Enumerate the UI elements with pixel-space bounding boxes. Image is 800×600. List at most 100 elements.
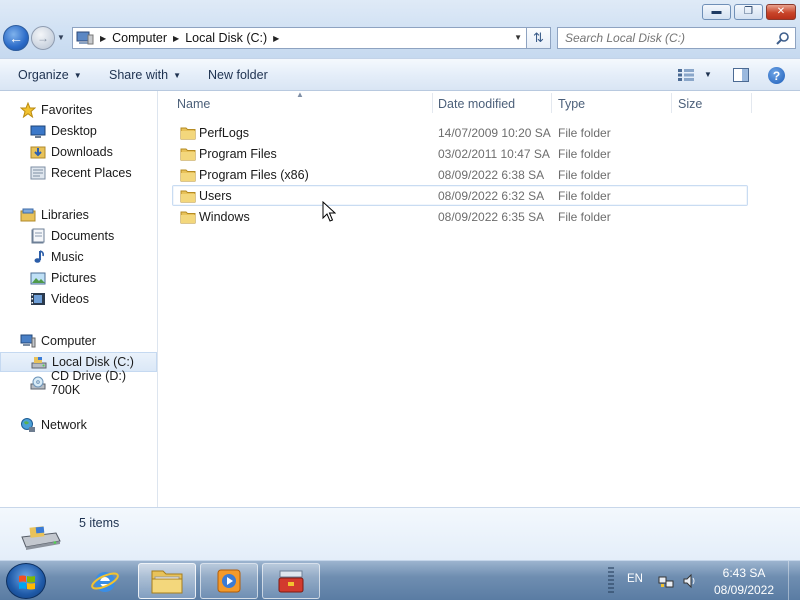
documents-icon — [31, 228, 45, 244]
item-count-label: 5 items — [79, 516, 120, 530]
nav-libraries[interactable]: Libraries — [0, 205, 157, 225]
refresh-button[interactable]: ⇅ — [527, 27, 551, 49]
taskbar-toolbox-app[interactable] — [262, 563, 320, 599]
clock-time[interactable]: 6:43 SA — [704, 566, 784, 580]
nav-network[interactable]: Network — [0, 415, 157, 435]
command-bar: Organize ▼ Share with ▼ New folder ▼ ? — [0, 58, 800, 91]
nav-videos[interactable]: Videos — [0, 289, 157, 309]
file-date: 08/09/2022 6:38 SA — [438, 167, 545, 182]
nav-recent-places[interactable]: Recent Places — [0, 163, 157, 183]
search-input[interactable] — [565, 31, 765, 45]
search-box[interactable] — [557, 27, 796, 49]
network-globe-icon — [21, 418, 35, 432]
nav-computer[interactable]: Computer — [0, 331, 157, 351]
computer-icon — [76, 31, 94, 45]
hard-drive-icon — [21, 526, 61, 550]
nav-favorites-label: Favorites — [41, 103, 93, 117]
share-with-label: Share with — [109, 68, 169, 82]
language-indicator[interactable]: EN — [627, 573, 643, 585]
sort-ascending-icon: ▲ — [296, 90, 304, 99]
column-divider[interactable] — [551, 93, 552, 113]
file-row-program-files-x86[interactable]: Program Files (x86) 08/09/2022 6:38 SA F… — [172, 164, 748, 185]
libraries-icon — [20, 208, 36, 222]
arrow-right-icon: → — [37, 31, 49, 45]
file-name: Users — [199, 188, 232, 203]
breadcrumb-local-disk[interactable]: Local Disk (C:) — [185, 31, 267, 45]
organize-button[interactable]: Organize ▼ — [18, 68, 82, 82]
column-divider[interactable] — [751, 93, 752, 113]
start-button[interactable] — [6, 563, 46, 599]
details-pane: 5 items — [0, 507, 800, 560]
column-size-header[interactable]: Size — [678, 97, 702, 111]
share-with-button[interactable]: Share with ▼ — [109, 68, 181, 82]
nav-downloads[interactable]: Downloads — [0, 142, 157, 162]
network-status-icon[interactable] — [658, 573, 674, 589]
nav-cd-drive[interactable]: CD Drive (D:) 700K — [0, 369, 157, 397]
taskbar-windows-explorer[interactable] — [138, 563, 196, 599]
address-dropdown-icon[interactable]: ▼ — [514, 33, 522, 42]
file-type: File folder — [558, 167, 611, 182]
view-options-chevron-icon[interactable]: ▼ — [704, 70, 712, 79]
help-icon[interactable]: ? — [768, 67, 785, 84]
file-row-users[interactable]: Users 08/09/2022 6:32 SA File folder — [172, 185, 748, 206]
folder-icon — [180, 148, 196, 161]
taskbar-internet-explorer[interactable] — [76, 563, 134, 599]
column-date-header[interactable]: Date modified — [438, 97, 515, 111]
column-divider[interactable] — [432, 93, 433, 113]
search-icon[interactable] — [776, 31, 790, 45]
recent-places-icon — [30, 166, 46, 180]
show-desktop-button[interactable] — [788, 561, 800, 600]
column-divider[interactable] — [671, 93, 672, 113]
navigation-pane: Favorites Desktop Downloads Recent Place… — [0, 91, 158, 507]
desktop-icon — [30, 125, 46, 138]
nav-documents[interactable]: Documents — [0, 226, 157, 246]
file-type: File folder — [558, 188, 611, 203]
folder-icon — [180, 211, 196, 224]
windows-logo-icon — [19, 575, 35, 590]
mouse-cursor-icon — [322, 201, 336, 222]
file-date: 03/02/2011 10:47 SA — [438, 146, 550, 161]
nav-libraries-label: Libraries — [41, 208, 89, 222]
nav-music-label: Music — [51, 250, 84, 264]
recent-pages-dropdown[interactable]: ▼ — [57, 33, 67, 43]
taskbar-media-player[interactable] — [200, 563, 258, 599]
breadcrumb-separator-icon[interactable]: ▶ — [100, 34, 106, 43]
chevron-down-icon: ▼ — [57, 33, 65, 42]
close-button[interactable]: ✕ — [766, 4, 796, 20]
address-bar[interactable]: ▶ Computer ▶ Local Disk (C:) ▶ ▼ — [72, 27, 527, 49]
nav-favorites[interactable]: Favorites — [0, 100, 157, 120]
clock-date[interactable]: 08/09/2022 — [704, 583, 784, 597]
file-row-perflogs[interactable]: PerfLogs 14/07/2009 10:20 SA File folder — [172, 122, 748, 143]
column-name-header[interactable]: Name — [177, 97, 210, 111]
back-button[interactable]: ← — [3, 25, 29, 51]
internet-explorer-icon — [91, 572, 119, 592]
file-list-pane: ▲ Name Date modified Type Size PerfLogs … — [159, 90, 800, 507]
file-row-program-files[interactable]: Program Files 03/02/2011 10:47 SA File f… — [172, 143, 748, 164]
file-name: PerfLogs — [199, 125, 250, 140]
maximize-button[interactable]: ❐ — [734, 4, 763, 20]
new-folder-button[interactable]: New folder — [208, 68, 268, 82]
pictures-icon — [30, 272, 46, 285]
preview-pane-icon[interactable] — [733, 68, 749, 82]
minimize-icon: ▬ — [711, 6, 722, 17]
file-row-windows[interactable]: Windows 08/09/2022 6:35 SA File folder — [172, 206, 748, 227]
taskbar: EN 6:43 SA 08/09/2022 — [0, 560, 800, 600]
breadcrumb-separator-icon[interactable]: ▶ — [173, 34, 179, 43]
column-type-header[interactable]: Type — [558, 97, 585, 111]
nav-videos-label: Videos — [51, 292, 89, 306]
forward-button[interactable]: → — [31, 26, 55, 50]
chevron-down-icon: ▼ — [173, 70, 181, 80]
nav-desktop[interactable]: Desktop — [0, 121, 157, 141]
file-name: Program Files (x86) — [199, 167, 309, 182]
nav-music[interactable]: Music — [0, 247, 157, 267]
nav-pictures[interactable]: Pictures — [0, 268, 157, 288]
change-view-icon[interactable] — [678, 69, 694, 81]
chevron-down-icon: ▼ — [73, 70, 82, 80]
file-type: File folder — [558, 125, 611, 140]
minimize-button[interactable]: ▬ — [702, 4, 731, 20]
breadcrumb-separator-icon[interactable]: ▶ — [273, 34, 279, 43]
file-date: 08/09/2022 6:32 SA — [438, 188, 545, 203]
folder-icon — [180, 190, 196, 203]
breadcrumb-computer[interactable]: Computer — [112, 31, 167, 45]
volume-icon[interactable] — [683, 573, 697, 589]
